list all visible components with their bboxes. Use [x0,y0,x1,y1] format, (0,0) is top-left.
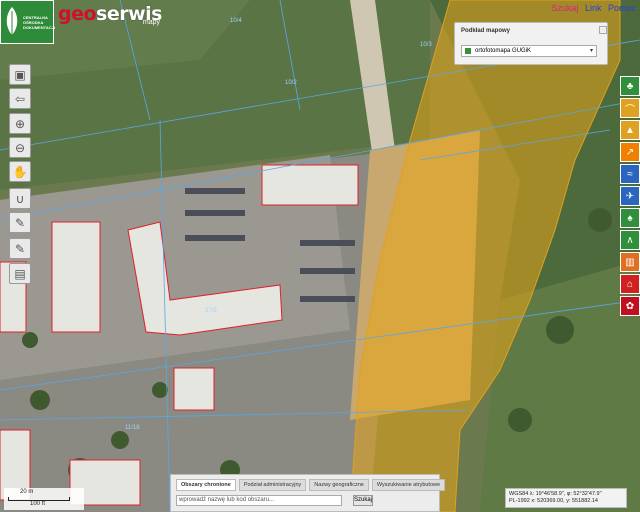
parcel-label: 10/4 [230,18,242,24]
link-link[interactable]: Link [585,3,602,13]
search-input[interactable]: wprowadź nazwę lub kod obszaru... [176,495,342,506]
link-search[interactable]: Szukaj [551,3,578,13]
zoom-out-icon[interactable]: ⊖ [9,137,31,158]
layer-heritage-icon[interactable]: ✿ [620,296,640,316]
tab-geographic-names[interactable]: Nazwy geograficzne [309,479,369,491]
parcel-label: 10/3 [420,42,432,48]
tab-protected-areas[interactable]: Obszary chronione [176,479,236,491]
background-layer-panel: Podkład mapowy ortofotomapa GUGiK ▾ [454,22,608,65]
pan-hand-icon[interactable]: ✋ [9,161,31,182]
parcel-label: 10/2 [285,80,297,86]
scale-top-label: 20 m [20,489,34,495]
magnet-icon[interactable]: ∪ [9,188,31,209]
layer-terrain-icon[interactable]: ▲ [620,120,640,140]
scale-bottom-label: 100 ft [30,501,46,507]
wgs-value: λ: 19°46'58.9", φ: 52°32'47.9" [529,491,602,497]
tab-attribute-search[interactable]: Wyszukiwanie atrybutowe [371,479,446,491]
layer-nature-icon[interactable]: ♣ [620,76,640,96]
search-button[interactable]: Szukaj [353,495,373,506]
pl-label: PL-1992 [509,498,530,504]
layer-water-icon[interactable]: ≈ [620,164,640,184]
background-panel-title: Podkład mapowy [461,28,511,34]
layer-forest-icon[interactable]: ♠ [620,208,640,228]
leaf-logo-icon [6,7,18,38]
pl-value: x: 520369.00, y: 551882.14 [531,498,598,504]
scale-bar: 20 m 100 ft [4,488,84,510]
layer-infrastructure-icon[interactable]: ⌂ [620,274,640,294]
layer-road-icon[interactable]: ∧ [620,230,640,250]
layer-landscape-icon[interactable]: ⌒ [620,98,640,118]
brand: geoserwis mapy [58,3,162,26]
link-help[interactable]: Pomoc [608,3,636,13]
layer-transport-icon[interactable]: ↗ [620,142,640,162]
minimize-icon[interactable] [599,26,607,34]
logo[interactable]: CENTRALNA OŚRODKA DOKUMENTACJI [0,0,55,44]
brand-geo: geo [58,3,97,25]
check-icon [465,48,471,54]
search-panel: Obszary chronione Podział administracyjn… [170,474,446,512]
parcel-label: 37/9 [205,308,217,314]
layer-airport-icon[interactable]: ✈ [620,186,640,206]
coordinate-readout: WGS84 λ: 19°46'58.9", φ: 52°32'47.9" PL-… [505,488,627,508]
wgs-label: WGS84 [509,491,529,497]
tab-administrative[interactable]: Podział administracyjny [238,479,307,491]
full-extent-icon[interactable]: ▣ [9,64,31,85]
area-measure-icon[interactable]: ✎ [9,238,31,259]
back-icon[interactable]: ⇦ [9,88,31,109]
orthophoto-map[interactable] [0,0,640,512]
parcel-label: 11/18 [125,425,140,431]
zoom-in-icon[interactable]: ⊕ [9,113,31,134]
background-select[interactable]: ortofotomapa GUGiK ▾ [461,45,597,57]
top-links: Szukaj Link Pomoc [547,3,636,13]
logo-text: CENTRALNA OŚRODKA DOKUMENTACJI [23,14,55,30]
brand-sub: mapy [142,19,160,26]
ruler-icon[interactable]: ✎ [9,212,31,233]
comment-icon[interactable]: ▤ [9,263,31,284]
background-selected: ortofotomapa GUGiK [475,48,532,54]
chevron-down-icon: ▾ [589,48,593,54]
layer-building-icon[interactable]: ▥ [620,252,640,272]
